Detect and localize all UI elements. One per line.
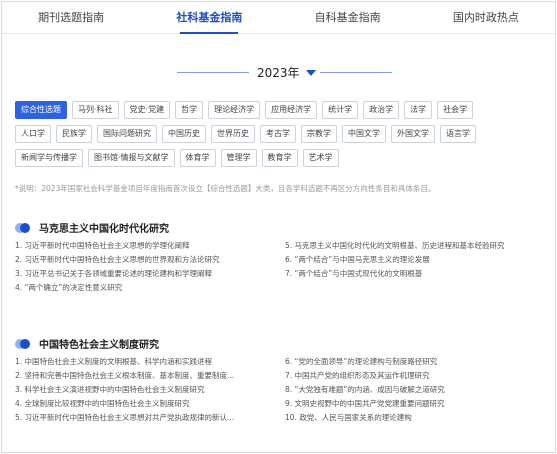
divider: [320, 72, 392, 73]
discipline-chip[interactable]: 人口学: [15, 125, 51, 143]
discipline-chip[interactable]: 国际问题研究: [97, 125, 157, 143]
discipline-chip[interactable]: 宗教学: [301, 125, 337, 143]
year-value: 2023年: [257, 66, 300, 80]
topic-row: 1. 中国特色社会主义制度的文明根基、科学内涵和实践进程 6. “党的全面领导”的…: [15, 355, 555, 369]
topic-link[interactable]: 3. 科学社会主义演进视野中的中国特色社会主义制度研究: [15, 383, 285, 397]
discipline-chip[interactable]: 艺术学: [302, 149, 339, 167]
tab-journal-guide[interactable]: 期刊选题指南: [2, 2, 140, 33]
tab-natural-science-fund[interactable]: 自科基金指南: [279, 2, 417, 33]
section-icon: [15, 222, 31, 233]
topic-link: [285, 281, 553, 295]
topic-link[interactable]: 4. “两个确立”的决定性意义研究: [15, 281, 285, 295]
topic-row: 3. 科学社会主义演进视野中的中国特色社会主义制度研究 8. “大党独有难题”的内…: [15, 383, 555, 397]
topic-row: 4. “两个确立”的决定性意义研究: [15, 281, 555, 295]
topic-list: 1. 习近平新时代中国特色社会主义思想的学理化阐释 5. 马克思主义中国化时代化的…: [15, 239, 555, 295]
discipline-filter: 综合性选题 马列·科社 党史·党建 哲学 理论经济学 应用经济学 统计学 政治学 法学 社会学 人口…: [15, 101, 545, 173]
chip-row: 人口学 民族学 国际问题研究 中国历史 世界历史 考古学 宗教学 中国文学 外国文学 语言学: [15, 125, 545, 143]
chip-row: 综合性选题 马列·科社 党史·党建 哲学 理论经济学 应用经济学 统计学 政治学 法学 社会学: [15, 101, 545, 119]
topic-link[interactable]: 5. 习近平新时代中国特色社会主义思想对共产党执政规律的新认...: [15, 411, 285, 425]
discipline-chip[interactable]: 外国文学: [391, 125, 435, 143]
discipline-chip[interactable]: 政治学: [363, 101, 400, 119]
topic-link[interactable]: 4. 全球制度比较视野中的中国特色社会主义制度研究: [15, 397, 285, 411]
discipline-chip[interactable]: 考古学: [260, 125, 296, 143]
discipline-chip[interactable]: 图书馆·情报与文献学: [88, 149, 175, 167]
topic-row: 2. 习近平新时代中国特色社会主义思想的世界观和方法论研究 6. “两个结合”与中…: [15, 253, 555, 267]
chip-row: 新闻学与传播学 图书馆·情报与文献学 体育学 管理学 教育学 艺术学: [15, 149, 545, 167]
topic-link[interactable]: 2. 坚持和完善中国特色社会主义根本制度、基本制度、重要制度...: [15, 369, 285, 383]
topic-link[interactable]: 6. “党的全面领导”的理论建构与制度路径研究: [285, 355, 553, 369]
topic-row: 5. 习近平新时代中国特色社会主义思想对共产党执政规律的新认... 10. 政党、…: [15, 411, 555, 425]
discipline-chip[interactable]: 中国文学: [342, 125, 386, 143]
divider: [177, 72, 249, 73]
topic-link[interactable]: 7. 中国共产党的组织形态及其运作机理研究: [285, 369, 553, 383]
topic-row: 1. 习近平新时代中国特色社会主义思想的学理化阐释 5. 马克思主义中国化时代化的…: [15, 239, 555, 253]
topic-list: 1. 中国特色社会主义制度的文明根基、科学内涵和实践进程 6. “党的全面领导”的…: [15, 355, 555, 425]
discipline-chip[interactable]: 法学: [404, 101, 433, 119]
topic-link[interactable]: 9. 文明史视野中的中国共产党党建重要问题研究: [285, 397, 553, 411]
tab-domestic-politics[interactable]: 国内时政热点: [417, 2, 555, 33]
discipline-chip[interactable]: 民族学: [56, 125, 92, 143]
discipline-chip[interactable]: 管理学: [220, 149, 257, 167]
topic-row: 4. 全球制度比较视野中的中国特色社会主义制度研究 9. 文明史视野中的中国共产党…: [15, 397, 555, 411]
guide-panel: 期刊选题指南 社科基金指南 自科基金指南 国内时政热点 2023年 综合性选题马…: [1, 1, 556, 453]
topic-row: 3. 习近平总书记关于各领域重要论述的理论建构和学理阐释 7. “两个结合”与中国…: [15, 267, 555, 281]
discipline-chip[interactable]: 应用经济学: [265, 101, 318, 119]
topic-link[interactable]: 8. “大党独有难题”的内涵、成因与破解之道研究: [285, 383, 553, 397]
topic-link[interactable]: 2. 习近平新时代中国特色社会主义思想的世界观和方法论研究: [15, 253, 285, 267]
note-text: *说明：2023年国家社会科学基金项目年度指南首次设立【综合性选题】大类，且各学…: [15, 184, 436, 193]
tab-social-science-fund[interactable]: 社科基金指南: [140, 2, 278, 34]
discipline-chip[interactable]: 体育学: [179, 149, 216, 167]
discipline-chip[interactable]: 马列·科社: [72, 101, 119, 119]
discipline-chip[interactable]: 哲学: [175, 101, 204, 119]
topic-row: 2. 坚持和完善中国特色社会主义根本制度、基本制度、重要制度... 7. 中国共产…: [15, 369, 555, 383]
section-title-text: 马克思主义中国化时代化研究: [39, 224, 169, 235]
section-icon: [15, 338, 31, 349]
discipline-chip[interactable]: 教育学: [261, 149, 298, 167]
discipline-chip[interactable]: 世界历史: [211, 125, 255, 143]
topic-link[interactable]: 1. 习近平新时代中国特色社会主义思想的学理化阐释: [15, 239, 285, 253]
discipline-chip[interactable]: 中国历史: [162, 125, 206, 143]
caret-down-icon: [305, 69, 316, 76]
topic-link[interactable]: 7. “两个结合”与中国式现代化的文明根基: [285, 267, 553, 281]
category-tabs: 期刊选题指南 社科基金指南 自科基金指南 国内时政热点: [2, 2, 555, 34]
topic-link[interactable]: 3. 习近平总书记关于各领域重要论述的理论建构和学理阐释: [15, 267, 285, 281]
discipline-chip[interactable]: 社会学: [437, 101, 474, 119]
topic-link[interactable]: 5. 马克思主义中国化时代化的文明根基、历史进程和基本经验研究: [285, 239, 553, 253]
discipline-chip[interactable]: 综合性选题: [15, 101, 67, 119]
year-selector-row: 2023年: [2, 64, 555, 80]
topic-link[interactable]: 6. “两个结合”与中国马克思主义的理论发展: [285, 253, 553, 267]
discipline-chip[interactable]: 党史·党建: [123, 101, 171, 119]
year-dropdown[interactable]: 2023年: [257, 64, 316, 81]
discipline-chip[interactable]: 语言学: [440, 125, 476, 143]
section-title: 中国特色社会主义制度研究: [15, 336, 159, 351]
topic-link[interactable]: 10. 政党、人民与国家关系的理论建构: [285, 411, 553, 425]
section-title-text: 中国特色社会主义制度研究: [39, 340, 159, 351]
discipline-chip[interactable]: 统计学: [322, 101, 359, 119]
topic-link[interactable]: 1. 中国特色社会主义制度的文明根基、科学内涵和实践进程: [15, 355, 285, 369]
section-title: 马克思主义中国化时代化研究: [15, 220, 169, 235]
discipline-chip[interactable]: 新闻学与传播学: [15, 149, 83, 167]
discipline-chip[interactable]: 理论经济学: [208, 101, 261, 119]
